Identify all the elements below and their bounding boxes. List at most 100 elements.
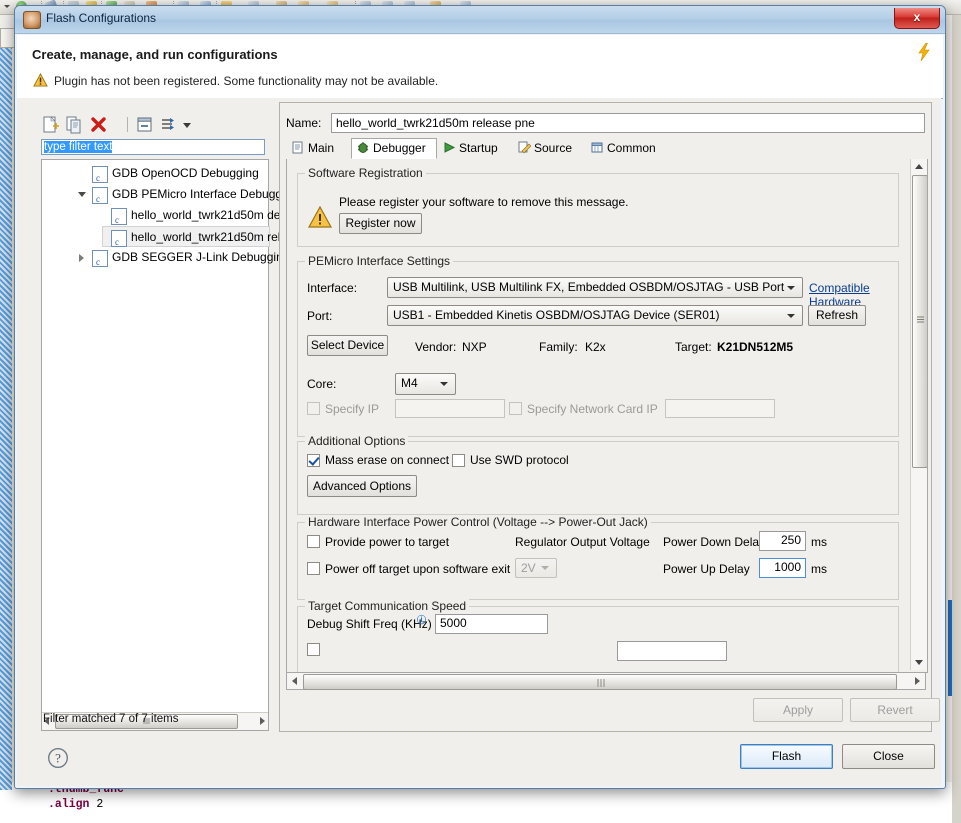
scroll-right-icon bbox=[915, 677, 920, 685]
scroll-down-button[interactable] bbox=[911, 656, 926, 670]
tree-item-gdb-pemicro[interactable]: c GDB PEMicro Interface Debugging bbox=[42, 184, 298, 205]
vertical-scrollbar[interactable] bbox=[910, 159, 927, 670]
horizontal-scrollbar[interactable] bbox=[286, 672, 926, 690]
duplicate-configuration-icon[interactable] bbox=[65, 115, 84, 134]
dialog-title: Flash Configurations bbox=[46, 11, 157, 25]
apply-button[interactable]: Apply bbox=[753, 698, 843, 722]
tab-common[interactable]: Common bbox=[585, 138, 667, 159]
tree-item-hello-world-debug[interactable]: c hello_world_twrk21d50m debu bbox=[42, 205, 294, 226]
tree-item-hello-world-release[interactable]: c hello_world_twrk21d50m releas bbox=[102, 226, 300, 247]
configuration-type-icon: c bbox=[92, 250, 108, 267]
specify-ip-checkbox[interactable] bbox=[307, 402, 320, 415]
clipped-checkbox[interactable] bbox=[307, 643, 320, 656]
tree-item-label: GDB PEMicro Interface Debugging bbox=[112, 187, 299, 201]
specify-network-card-ip-input[interactable] bbox=[665, 399, 775, 418]
play-icon bbox=[442, 141, 456, 154]
info-icon[interactable]: ⓘ bbox=[417, 613, 426, 626]
tree-item-label: hello_world_twrk21d50m debu bbox=[131, 208, 294, 222]
tab-main[interactable]: Main bbox=[286, 138, 351, 159]
tree-item-label: GDB SEGGER J-Link Debugging bbox=[112, 250, 290, 264]
provide-power-checkbox[interactable] bbox=[307, 535, 320, 548]
debugger-settings-content: Software Registration Please register yo… bbox=[287, 159, 909, 672]
name-label: Name: bbox=[286, 116, 322, 130]
close-icon[interactable]: x bbox=[894, 8, 940, 29]
close-dialog-button[interactable]: Close bbox=[842, 744, 935, 769]
search-input[interactable]: type filter text bbox=[41, 139, 265, 155]
document-icon bbox=[291, 141, 305, 154]
mass-erase-checkbox[interactable] bbox=[307, 454, 320, 467]
clipped-input[interactable] bbox=[617, 641, 727, 661]
core-select[interactable]: M4 bbox=[395, 373, 456, 395]
register-now-button[interactable]: Register now bbox=[339, 213, 422, 234]
port-select[interactable]: USB1 - Embedded Kinetis OSBDM/OSJTAG Dev… bbox=[387, 305, 803, 326]
tab-source[interactable]: Source bbox=[512, 138, 585, 159]
use-swd-checkbox[interactable] bbox=[452, 454, 465, 467]
specify-ip-input[interactable] bbox=[395, 399, 505, 418]
hardware-power-control-group: Hardware Interface Power Control (Voltag… bbox=[297, 515, 899, 600]
toolbar-separator bbox=[127, 117, 128, 132]
name-input[interactable]: hello_world_twrk21d50m release pne bbox=[331, 113, 925, 133]
scroll-right-button[interactable] bbox=[910, 673, 925, 689]
bug-icon bbox=[356, 141, 370, 154]
configurations-tree-panel: type filter text c GDB OpenOCD Debugging… bbox=[35, 113, 300, 731]
revert-button[interactable]: Revert bbox=[850, 698, 940, 722]
configuration-type-icon: c bbox=[92, 187, 108, 204]
twisty-open-icon[interactable] bbox=[78, 192, 86, 197]
core-value: M4 bbox=[401, 376, 418, 390]
configurations-tree[interactable]: c GDB OpenOCD Debugging c GDB PEMicro In… bbox=[41, 159, 300, 731]
advanced-options-button[interactable]: Advanced Options bbox=[307, 475, 417, 497]
target-value: K21DN512M5 bbox=[717, 340, 794, 354]
tab-label: Common bbox=[607, 141, 656, 155]
vendor-label: Vendor: bbox=[415, 340, 457, 354]
warning-triangle-icon bbox=[307, 205, 333, 228]
new-configuration-icon[interactable] bbox=[41, 115, 60, 134]
toolbar-arrow-icon bbox=[4, 5, 10, 8]
regulator-voltage-select[interactable]: 2V bbox=[515, 558, 557, 578]
header-warning-message: Plugin has not been registered. Some fun… bbox=[54, 74, 439, 88]
chevron-down-icon bbox=[787, 314, 795, 318]
dialog-body: type filter text c GDB OpenOCD Debugging… bbox=[17, 98, 941, 786]
scroll-thumb[interactable] bbox=[912, 175, 927, 468]
configuration-panel: Name: hello_world_twrk21d50m release pne… bbox=[279, 102, 940, 732]
tree-toolbar bbox=[35, 113, 277, 137]
chevron-down-icon[interactable] bbox=[181, 115, 193, 134]
family-label: Family: bbox=[539, 340, 578, 354]
chevron-down-icon bbox=[541, 566, 549, 570]
power-off-on-exit-label: Power off target upon software exit bbox=[325, 562, 511, 576]
power-down-delay-input[interactable]: 250 bbox=[759, 531, 806, 551]
tab-label: Debugger bbox=[373, 141, 426, 155]
tab-debugger[interactable]: Debugger bbox=[351, 138, 437, 159]
collapse-all-icon[interactable] bbox=[135, 115, 154, 134]
tab-startup[interactable]: Startup bbox=[437, 138, 512, 159]
chevron-down-icon bbox=[440, 382, 448, 386]
scroll-thumb[interactable] bbox=[303, 674, 897, 690]
delete-configuration-icon[interactable] bbox=[89, 115, 108, 134]
vendor-value: NXP bbox=[462, 340, 487, 354]
tab-label: Startup bbox=[459, 141, 498, 155]
twisty-closed-icon[interactable] bbox=[79, 254, 84, 262]
flash-button[interactable]: Flash bbox=[740, 744, 833, 769]
debug-shift-freq-input[interactable]: 5000 bbox=[435, 614, 548, 634]
filter-status-text: Filter matched 7 of 7 items bbox=[43, 713, 179, 725]
interface-select[interactable]: USB Multilink, USB Multilink FX, Embedde… bbox=[387, 277, 803, 298]
tree-item-gdb-segger[interactable]: c GDB SEGGER J-Link Debugging bbox=[42, 247, 289, 268]
help-question-icon[interactable]: ? bbox=[47, 747, 69, 769]
debug-shift-freq-label: Debug Shift Freq (KHz) bbox=[307, 617, 432, 631]
scroll-left-button[interactable] bbox=[287, 673, 302, 689]
tree-item-gdb-openocd[interactable]: c GDB OpenOCD Debugging bbox=[42, 163, 268, 184]
software-registration-group: Software Registration bbox=[297, 166, 899, 247]
select-device-button[interactable]: Select Device bbox=[307, 335, 388, 356]
provide-power-label: Provide power to target bbox=[325, 535, 450, 549]
specify-network-card-ip-checkbox[interactable] bbox=[509, 402, 522, 415]
source-edit-icon bbox=[517, 141, 532, 154]
scroll-right-icon[interactable] bbox=[260, 717, 265, 725]
scroll-up-button[interactable] bbox=[911, 159, 926, 173]
interface-value: USB Multilink, USB Multilink FX, Embedde… bbox=[393, 280, 785, 294]
specify-ip-label: Specify IP bbox=[325, 402, 380, 416]
power-off-on-exit-checkbox[interactable] bbox=[307, 562, 320, 575]
lightning-bolt-icon bbox=[918, 43, 930, 61]
registration-message: Please register your software to remove … bbox=[339, 195, 629, 209]
refresh-button[interactable]: Refresh bbox=[808, 305, 866, 326]
filter-icon[interactable] bbox=[159, 115, 178, 134]
power-up-delay-input[interactable]: 1000 bbox=[759, 558, 806, 578]
